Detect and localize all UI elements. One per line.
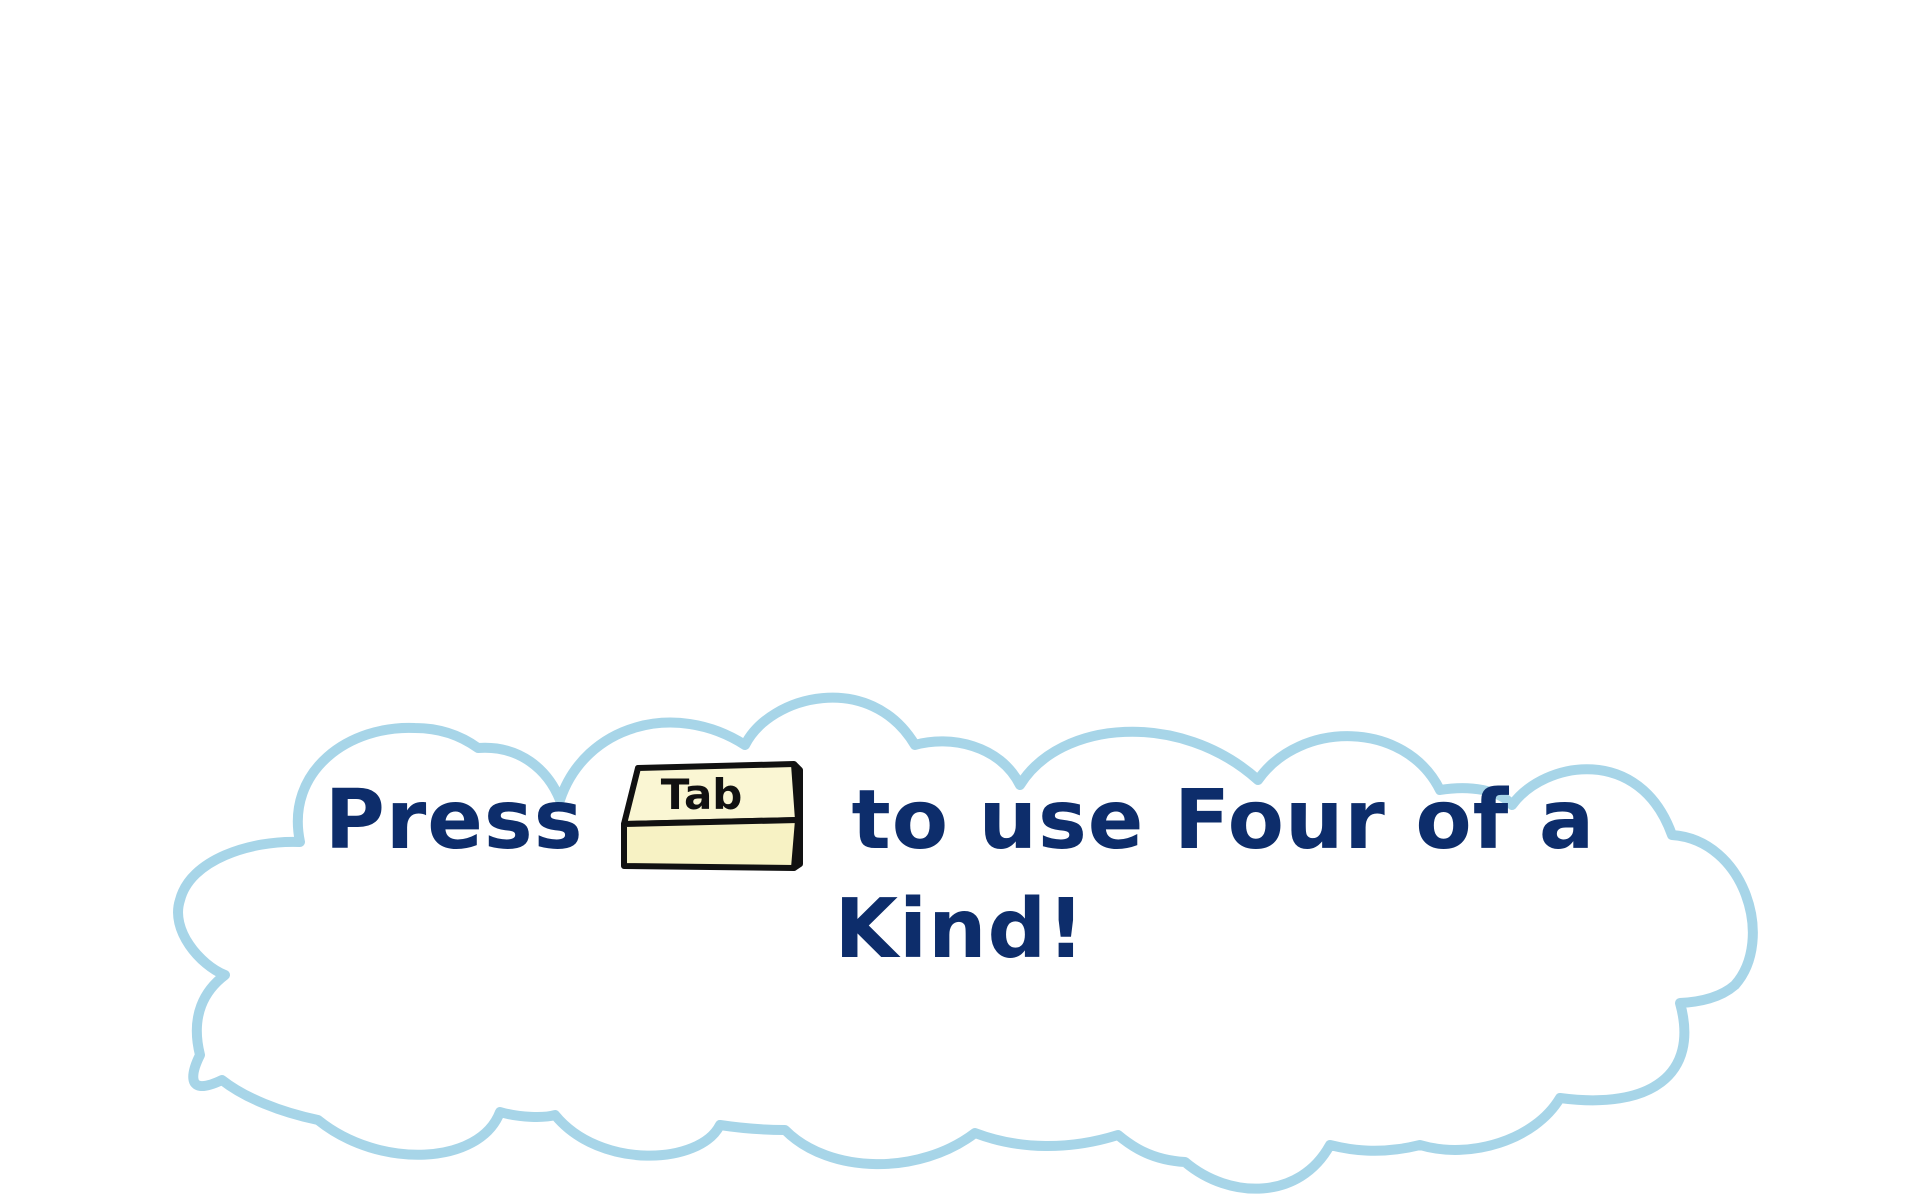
hint-line-1: Press Tab to use Four of a	[0, 760, 1920, 880]
tab-key-label: Tab	[660, 770, 743, 819]
hint-line-2: Kind!	[0, 874, 1920, 984]
tab-key: Tab	[614, 760, 814, 880]
hint-rest-line1: to use Four of a	[851, 772, 1596, 868]
hint-word-press: Press	[324, 772, 584, 868]
cloud-bubble-icon	[173, 692, 1758, 1194]
game-screen: Press Tab to use Four of a Kind!	[0, 0, 1920, 1200]
hint-line2-text: Kind!	[834, 881, 1086, 977]
